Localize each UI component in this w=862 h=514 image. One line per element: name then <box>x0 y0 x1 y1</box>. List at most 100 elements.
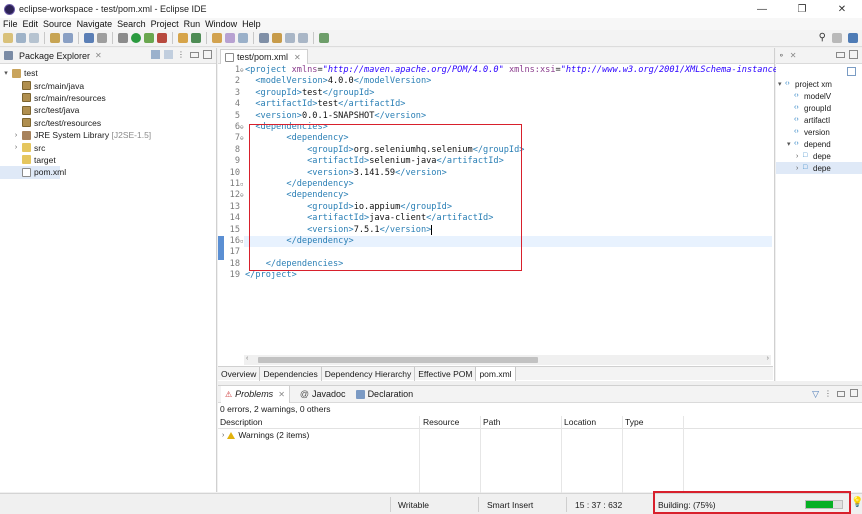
fold-toggle-icon[interactable]: ⊖ <box>240 190 244 201</box>
scroll-right-icon[interactable]: › <box>767 355 769 362</box>
chevron-down-icon[interactable]: ▾ <box>787 140 794 148</box>
forward-icon[interactable] <box>298 33 308 43</box>
fold-toggle-icon[interactable]: ⊖ <box>240 65 244 76</box>
save-all-icon[interactable] <box>29 33 39 43</box>
chevron-right-icon[interactable]: › <box>12 132 20 139</box>
menu-window[interactable]: Window <box>205 19 237 29</box>
code-line[interactable]: <artifactId>test</artifactId> <box>245 99 405 110</box>
new-java-project-icon[interactable] <box>178 33 188 43</box>
chevron-right-icon[interactable]: › <box>222 432 224 439</box>
filter-icon[interactable]: ▽ <box>812 389 819 400</box>
link-editor-icon[interactable] <box>164 50 173 59</box>
tab-pom-xml[interactable]: test/pom.xml ✕ <box>220 49 308 64</box>
pin-editor-icon[interactable] <box>319 33 329 43</box>
minimize-view-icon[interactable] <box>837 391 845 397</box>
package-explorer-title[interactable]: Package Explorer <box>19 51 90 61</box>
search-icon[interactable] <box>238 33 248 43</box>
outline-item[interactable]: ‹› modelV <box>776 90 862 102</box>
maximize-button[interactable]: ❐ <box>782 0 822 18</box>
new-package-icon[interactable] <box>191 33 201 43</box>
menu-edit[interactable]: Edit <box>23 19 39 29</box>
outline-item[interactable]: ‹› artifactI <box>776 114 862 126</box>
tab-problems[interactable]: ⚠ Problems ✕ <box>221 385 290 403</box>
menu-run[interactable]: Run <box>184 19 201 29</box>
code-line[interactable]: <project xmlns="http://maven.apache.org/… <box>245 65 783 76</box>
column-type[interactable]: Type <box>625 417 643 427</box>
new-icon[interactable] <box>3 33 13 43</box>
close-icon[interactable]: ✕ <box>294 53 301 62</box>
maximize-view-icon[interactable] <box>849 50 858 59</box>
menu-search[interactable]: Search <box>117 19 146 29</box>
collapse-all-icon[interactable] <box>847 67 856 76</box>
code-line[interactable]: <version>0.0.1-SNAPSHOT</version> <box>245 111 426 122</box>
maximize-view-icon[interactable] <box>850 389 858 397</box>
open-type-icon[interactable] <box>50 33 60 43</box>
column-resource[interactable]: Resource <box>423 417 459 427</box>
maximize-view-icon[interactable] <box>203 50 212 59</box>
tab-pom-source[interactable]: pom.xml <box>476 366 516 381</box>
menu-navigate[interactable]: Navigate <box>77 19 113 29</box>
tree-item-src-main-resources[interactable]: src/main/resources <box>0 92 216 104</box>
code-line[interactable]: <modelVersion>4.0.0</modelVersion> <box>245 76 431 87</box>
run-icon[interactable] <box>131 33 141 43</box>
menu-help[interactable]: Help <box>242 19 261 29</box>
back-icon[interactable] <box>285 33 295 43</box>
chevron-down-icon[interactable]: ▾ <box>2 69 10 77</box>
tree-item-pom-xml[interactable]: pom.xml <box>0 166 66 179</box>
minimize-view-icon[interactable] <box>190 52 199 58</box>
code-line[interactable]: </project> <box>245 270 297 281</box>
table-row[interactable]: › Warnings (2 items) <box>222 430 309 440</box>
menu-source[interactable]: Source <box>43 19 72 29</box>
column-path[interactable]: Path <box>483 417 501 427</box>
tab-dependencies[interactable]: Dependencies <box>260 366 322 381</box>
chevron-right-icon[interactable]: › <box>796 165 803 172</box>
minimize-button[interactable]: — <box>742 0 782 18</box>
tree-item-src-test-resources[interactable]: src/test/resources <box>0 117 216 129</box>
tree-item-src-test-java[interactable]: src/test/java <box>0 104 216 116</box>
tree-item-src-main-java[interactable]: src/main/java <box>0 79 216 91</box>
outline-item[interactable]: › □ depe <box>776 150 862 162</box>
edit-icon[interactable] <box>225 33 235 43</box>
coverage-icon[interactable] <box>144 33 154 43</box>
tree-item-project[interactable]: ▾ test <box>0 67 216 79</box>
tab-javadoc[interactable]: @ Javadoc <box>300 389 346 399</box>
save-icon[interactable] <box>16 33 26 43</box>
properties-icon[interactable] <box>63 33 73 43</box>
minimize-view-icon[interactable] <box>836 52 845 58</box>
view-menu-icon[interactable]: ⋮ <box>177 50 186 59</box>
external-tools-icon[interactable] <box>157 33 167 43</box>
last-edit-icon[interactable] <box>272 33 282 43</box>
close-button[interactable]: ✕ <box>822 0 862 18</box>
next-annotation-icon[interactable] <box>259 33 269 43</box>
fold-toggle-icon[interactable]: ⊖ <box>240 122 244 133</box>
search-icon[interactable]: ⚲ <box>819 32 826 43</box>
tab-overview[interactable]: Overview <box>218 366 261 381</box>
chevron-right-icon[interactable]: › <box>12 144 20 151</box>
close-view-icon[interactable]: ✕ <box>95 51 102 60</box>
close-view-icon[interactable]: ✕ <box>790 51 797 60</box>
horizontal-scrollbar[interactable]: ‹ › <box>244 355 771 365</box>
skip-breakpoints-icon[interactable] <box>97 33 107 43</box>
debug-icon[interactable] <box>118 33 128 43</box>
tree-item-src[interactable]: › src <box>0 141 216 153</box>
java-perspective-icon[interactable] <box>848 32 858 43</box>
close-icon[interactable]: ✕ <box>278 390 285 399</box>
tab-effective-pom[interactable]: Effective POM <box>415 366 477 381</box>
fold-toggle-icon[interactable]: ⊖ <box>240 133 244 144</box>
outline-item[interactable]: ▾ ‹› depend <box>776 138 862 150</box>
lightbulb-icon[interactable]: 💡 <box>851 497 862 508</box>
open-folder-icon[interactable] <box>212 33 222 43</box>
terminal-icon[interactable] <box>84 33 94 43</box>
tree-item-target[interactable]: target <box>0 154 216 166</box>
column-location[interactable]: Location <box>564 417 596 427</box>
column-description[interactable]: Description <box>220 417 263 427</box>
menu-project[interactable]: Project <box>151 19 179 29</box>
tree-item-jre-library[interactable]: › JRE System Library [J2SE-1.5] <box>0 129 216 141</box>
outline-item[interactable]: ▾ ‹› project xm <box>776 78 862 90</box>
tab-dependency-hierarchy[interactable]: Dependency Hierarchy <box>322 366 416 381</box>
code-line[interactable]: <groupId>test</groupId> <box>245 88 374 99</box>
outline-item[interactable]: › □ depe <box>776 162 862 174</box>
chevron-right-icon[interactable]: › <box>796 153 803 160</box>
open-perspective-icon[interactable] <box>832 32 842 43</box>
tab-declaration[interactable]: Declaration <box>355 389 413 399</box>
